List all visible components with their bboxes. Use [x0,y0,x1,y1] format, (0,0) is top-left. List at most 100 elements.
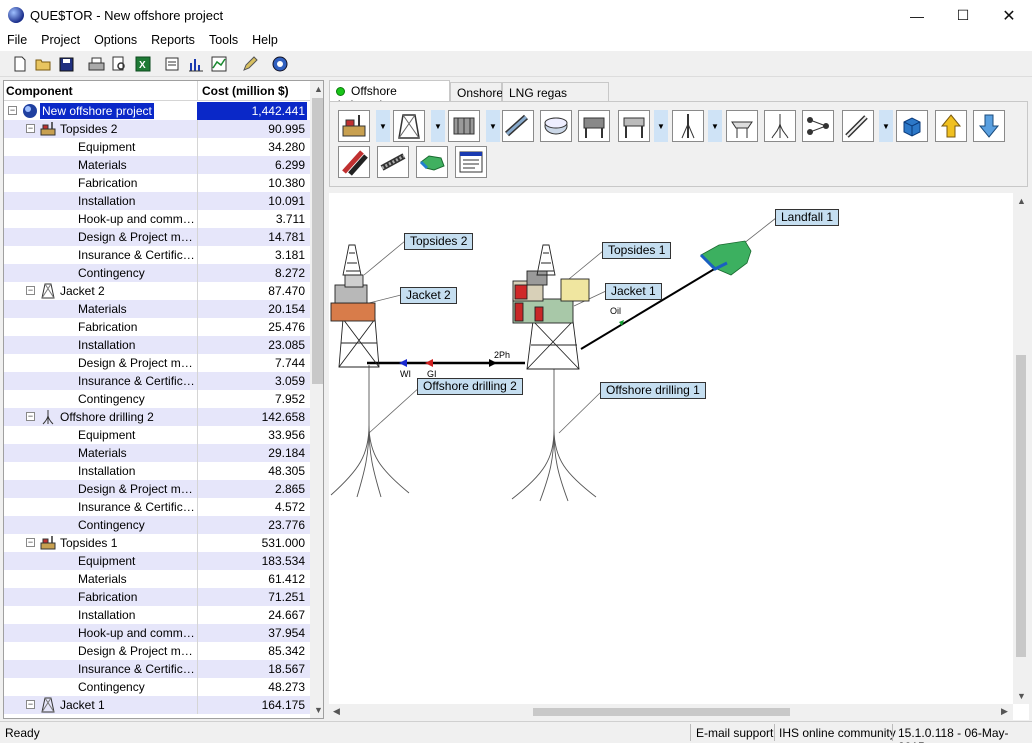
tree-name-cell[interactable]: − Jacket 2 [4,282,197,300]
bar-chart-icon[interactable] [187,55,205,73]
diagram-canvas[interactable]: Topsides 2 Jacket 2 Topsides 1 Jacket 1 … [329,193,1029,720]
label-offshore-drilling-2[interactable]: Offshore drilling 2 [417,378,523,395]
landfall-icon[interactable] [416,146,448,178]
tree-name-cell[interactable]: Materials [4,570,197,588]
cost-column-header[interactable]: Cost (million $) [202,84,289,98]
label-jacket-1[interactable]: Jacket 1 [605,283,662,300]
down-arrow-icon[interactable] [973,110,1005,142]
jacket-icon[interactable] [393,110,425,142]
tree-row[interactable]: Design & Project man... 2.865 [4,480,310,498]
tree-name-cell[interactable]: Equipment [4,426,197,444]
close-button[interactable]: ✕ [986,0,1032,31]
label-topsides-2[interactable]: Topsides 2 [404,233,474,250]
up-arrow-icon[interactable] [935,110,967,142]
tree-name-cell[interactable]: Insurance & Certificat... [4,498,197,516]
tree-name-cell[interactable]: − Offshore drilling 2 [4,408,197,426]
tree-row[interactable]: Contingency 7.952 [4,390,310,408]
menu-project[interactable]: Project [34,31,87,51]
tree-name-cell[interactable]: Fabrication [4,318,197,336]
girder-icon[interactable] [377,146,409,178]
manifold-icon[interactable] [802,110,834,142]
tree-row[interactable]: Equipment 183.534 [4,552,310,570]
tree-name-cell[interactable]: Equipment [4,138,197,156]
pipeline-icon[interactable] [502,110,534,142]
subsea-icon[interactable] [448,110,480,142]
tree-name-cell[interactable]: Contingency [4,516,197,534]
tlp-dropdown[interactable]: ▼ [654,110,668,142]
tree-row-topsides[interactable]: − Topsides 1 531.000 [4,534,310,552]
canvas-scroll-right-icon[interactable]: ▶ [1001,706,1008,717]
tree-name-cell[interactable]: Fabrication [4,588,197,606]
tree-row[interactable]: Contingency 48.273 [4,678,310,696]
tree-name-cell[interactable]: Design & Project man... [4,480,197,498]
tree-row[interactable]: Fabrication 25.476 [4,318,310,336]
tree-name-cell[interactable]: Materials [4,300,197,318]
menu-file[interactable]: File [0,31,34,51]
pipes-icon[interactable] [338,146,370,178]
label-offshore-drilling-1[interactable]: Offshore drilling 1 [600,382,706,399]
spar-dropdown[interactable]: ▼ [708,110,722,142]
platform-icon[interactable] [726,110,758,142]
tree-row[interactable]: Installation 48.305 [4,462,310,480]
tree-vertical-scrollbar[interactable]: ▲ ▼ [310,81,323,718]
tree-row[interactable]: Fabrication 10.380 [4,174,310,192]
collapse-toggle-icon[interactable]: − [8,106,17,115]
tree-name-cell[interactable]: − Topsides 1 [4,534,197,552]
save-icon[interactable] [57,55,75,73]
tree-row-drilling[interactable]: − Offshore drilling 2 142.658 [4,408,310,426]
collapse-toggle-icon[interactable]: − [26,124,35,133]
riser-icon[interactable] [842,110,874,142]
component-column-header[interactable]: Component [6,84,73,98]
maximize-button[interactable]: ☐ [940,0,986,31]
tree-row[interactable]: Contingency 8.272 [4,264,310,282]
tab-offshore-primary[interactable]: Offshore (primary) [329,80,450,112]
tree-row[interactable]: Installation 10.091 [4,192,310,210]
tree-row[interactable]: Insurance & Certificat... 3.059 [4,372,310,390]
jacket-dropdown[interactable]: ▼ [431,110,445,142]
tree-row[interactable]: Insurance & Certificat... 18.567 [4,660,310,678]
scroll-up-icon[interactable]: ▲ [314,84,323,94]
riser-dropdown[interactable]: ▼ [879,110,893,142]
canvas-scroll-left-icon[interactable]: ◀ [333,706,340,717]
tree-name-cell[interactable]: Design & Project man... [4,642,197,660]
label-jacket-2[interactable]: Jacket 2 [400,287,457,304]
tree-row[interactable]: Insurance & Certificat... 4.572 [4,498,310,516]
label-landfall-1[interactable]: Landfall 1 [775,209,840,226]
tree-scroll-thumb[interactable] [312,98,323,384]
menu-tools[interactable]: Tools [202,31,245,51]
line-chart-icon[interactable] [210,55,228,73]
drilling-icon[interactable] [764,110,796,142]
tree-row[interactable]: Hook-up and commissi... 37.954 [4,624,310,642]
tree-row-jacket[interactable]: − Jacket 2 87.470 [4,282,310,300]
edit-icon[interactable] [241,55,259,73]
tree-name-cell[interactable]: Fabrication [4,174,197,192]
tree-row[interactable]: Materials 29.184 [4,444,310,462]
tree-name-cell[interactable]: Equipment [4,552,197,570]
tree-row[interactable]: Fabrication 71.251 [4,588,310,606]
tree-name-cell[interactable]: Hook-up and commissi... [4,624,197,642]
tree-row[interactable]: Materials 6.299 [4,156,310,174]
jackup-icon[interactable] [578,110,610,142]
cube-icon[interactable] [896,110,928,142]
canvas-scroll-down-icon[interactable]: ▼ [1017,691,1026,701]
tree-row[interactable]: Contingency 23.776 [4,516,310,534]
tree-row[interactable]: Installation 23.085 [4,336,310,354]
report-icon[interactable] [455,146,487,178]
tree-name-cell[interactable]: Design & Project man... [4,354,197,372]
tree-row[interactable]: Hook-up and commissi... 3.711 [4,210,310,228]
tree-row[interactable]: Design & Project man... 7.744 [4,354,310,372]
tree-name-cell[interactable]: Installation [4,192,197,210]
email-support-link[interactable]: E-mail support [696,726,773,740]
tree-name-cell[interactable]: Hook-up and commissi... [4,210,197,228]
tree-name-cell[interactable]: Installation [4,336,197,354]
tree-row-jacket[interactable]: − Jacket 1 164.175 [4,696,310,714]
online-community-link[interactable]: IHS online community [779,726,896,740]
tree-name-cell[interactable]: Installation [4,462,197,480]
tree-row[interactable]: Materials 20.154 [4,300,310,318]
tree-name-cell[interactable]: − New offshore project [4,102,197,120]
properties-icon[interactable] [164,55,182,73]
minimize-button[interactable]: — [894,0,940,31]
fpso-icon[interactable] [540,110,572,142]
tree-name-cell[interactable]: − Topsides 2 [4,120,197,138]
canvas-horizontal-scrollbar[interactable]: ◀ ▶ [329,704,1013,720]
